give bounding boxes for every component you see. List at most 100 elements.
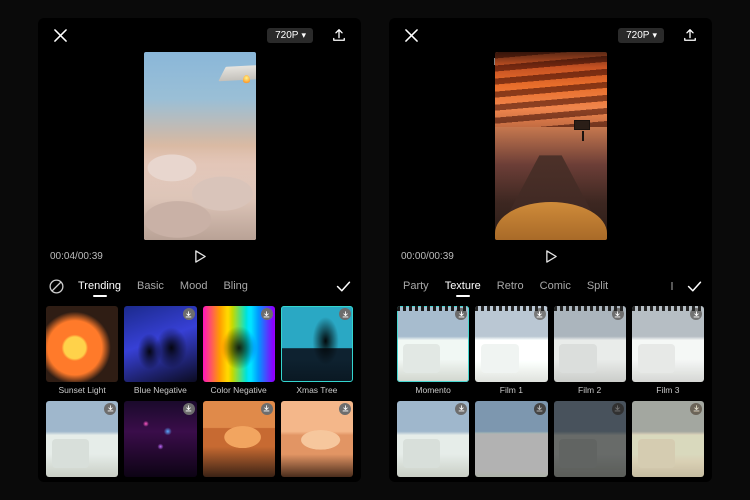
filter-chromo-zoom[interactable]: Chromo-zoom <box>124 401 196 482</box>
filter-label: Halloween <box>632 480 704 482</box>
download-icon <box>612 308 624 320</box>
editor-screen-left: 720P 00:04/00:39 TrendingBasicMoodBling … <box>38 18 361 482</box>
filter-label: Vintage 2 <box>203 480 275 482</box>
resolution-selector[interactable]: 720P <box>267 28 313 43</box>
export-icon[interactable] <box>678 23 702 47</box>
filter-label: Film 4 <box>397 480 469 482</box>
download-icon <box>690 403 702 415</box>
filter-momento[interactable]: Momento <box>397 306 469 395</box>
filter-vintage-2[interactable]: Vintage 2 <box>203 401 275 482</box>
filter-black-noise[interactable]: Black Noise <box>475 401 547 482</box>
filter-label: Blue Negative <box>124 385 196 395</box>
download-icon <box>261 308 273 320</box>
filter-thumbnail <box>632 306 704 382</box>
close-icon[interactable] <box>48 23 72 47</box>
play-button[interactable] <box>103 250 299 263</box>
filter-dark-night[interactable]: Dark Night <box>554 401 626 482</box>
filter-sunset-light[interactable]: Sunset Light <box>46 306 118 395</box>
tab-bling[interactable]: Bling <box>215 274 255 298</box>
filter-film-1[interactable]: Film 1 <box>475 306 547 395</box>
filter-label: Sunset Light <box>46 385 118 395</box>
filter-color-negative[interactable]: Color Negative <box>203 306 275 395</box>
download-icon <box>455 308 467 320</box>
download-icon <box>690 308 702 320</box>
top-bar: 720P <box>389 18 712 52</box>
filter-label: Chromo-zoom <box>124 480 196 482</box>
filter-thumbnail <box>554 306 626 382</box>
filter-thumbnail <box>203 401 275 477</box>
filter-film-4[interactable]: Film 4 <box>46 401 118 482</box>
download-icon <box>612 403 624 415</box>
filter-thumbnail <box>46 306 118 382</box>
filter-label: Film 3 <box>632 385 704 395</box>
filter-label: Xmas Tree <box>281 385 353 395</box>
play-button[interactable] <box>454 250 650 263</box>
filter-thumbnail <box>46 401 118 477</box>
filter-film-4[interactable]: Film 4 <box>397 401 469 482</box>
filter-thumbnail <box>124 401 196 477</box>
filter-category-tabs: PartyTextureRetroComicSplit <box>389 270 712 302</box>
close-icon[interactable] <box>399 23 423 47</box>
filter-thumbnail <box>475 401 547 477</box>
more-tabs-indicator <box>668 274 680 298</box>
tab-split[interactable]: Split <box>579 274 616 298</box>
filter-thumbnail <box>632 401 704 477</box>
transport-bar: 00:00/00:39 <box>389 242 712 270</box>
preview-frame <box>495 52 607 240</box>
filter-thumbnail <box>397 306 469 382</box>
download-icon <box>261 403 273 415</box>
download-icon <box>183 308 195 320</box>
filter-thumbnail <box>397 401 469 477</box>
filter-label: Color Negative <box>203 385 275 395</box>
filter-halloween[interactable]: Halloween <box>632 401 704 482</box>
filter-film-3[interactable]: Film 3 <box>632 306 704 395</box>
download-icon <box>183 403 195 415</box>
tab-trending[interactable]: Trending <box>70 274 129 298</box>
tab-basic[interactable]: Basic <box>129 274 172 298</box>
time-display: 00:04/00:39 <box>50 251 103 262</box>
resolution-selector[interactable]: 720P <box>618 28 664 43</box>
filter-film-2[interactable]: Film 2 <box>554 306 626 395</box>
filter-grid-right: Momento Film 1 Film 2 Film 3 Film 4 Black Noi… <box>389 302 712 482</box>
preview-frame <box>144 52 256 240</box>
tab-mood[interactable]: Mood <box>172 274 216 298</box>
transport-bar: 00:04/00:39 <box>38 242 361 270</box>
apply-icon[interactable] <box>331 274 355 298</box>
filter-label: Daily 1 <box>281 480 353 482</box>
resolution-label: 720P <box>275 30 298 41</box>
filter-daily-1[interactable]: Daily 1 <box>281 401 353 482</box>
tab-comic[interactable]: Comic <box>532 274 579 298</box>
export-icon[interactable] <box>327 23 351 47</box>
tab-party[interactable]: Party <box>395 274 437 298</box>
time-display: 00:00/00:39 <box>401 251 454 262</box>
filter-label: Film 4 <box>46 480 118 482</box>
tab-retro[interactable]: Retro <box>489 274 532 298</box>
filter-blue-negative[interactable]: Blue Negative <box>124 306 196 395</box>
download-icon <box>339 308 351 320</box>
filter-thumbnail <box>475 306 547 382</box>
resolution-label: 720P <box>626 30 649 41</box>
download-icon <box>104 403 116 415</box>
filter-thumbnail <box>554 401 626 477</box>
video-preview[interactable] <box>38 52 361 242</box>
filter-thumbnail <box>203 306 275 382</box>
filter-thumbnail <box>124 306 196 382</box>
download-icon <box>534 308 546 320</box>
filter-grid-left: Sunset Light Blue Negative Color Negative X… <box>38 302 361 482</box>
download-icon <box>534 403 546 415</box>
apply-icon[interactable] <box>682 274 706 298</box>
filter-label: Film 1 <box>475 385 547 395</box>
filter-label: Dark Night <box>554 480 626 482</box>
filter-thumbnail <box>281 401 353 477</box>
filter-label: Black Noise <box>475 480 547 482</box>
tab-list-right: PartyTextureRetroComicSplit <box>395 274 666 298</box>
filter-xmas-tree[interactable]: Xmas Tree <box>281 306 353 395</box>
filter-label: Momento <box>397 385 469 395</box>
tab-list-left: TrendingBasicMoodBling <box>70 274 329 298</box>
tab-texture[interactable]: Texture <box>437 274 489 298</box>
filter-label: Film 2 <box>554 385 626 395</box>
filter-thumbnail <box>281 306 353 382</box>
filter-category-tabs: TrendingBasicMoodBling <box>38 270 361 302</box>
video-preview[interactable]: Kilas Balik Diri Sendiri di2020 <box>389 52 712 242</box>
no-filter-icon[interactable] <box>44 274 68 298</box>
